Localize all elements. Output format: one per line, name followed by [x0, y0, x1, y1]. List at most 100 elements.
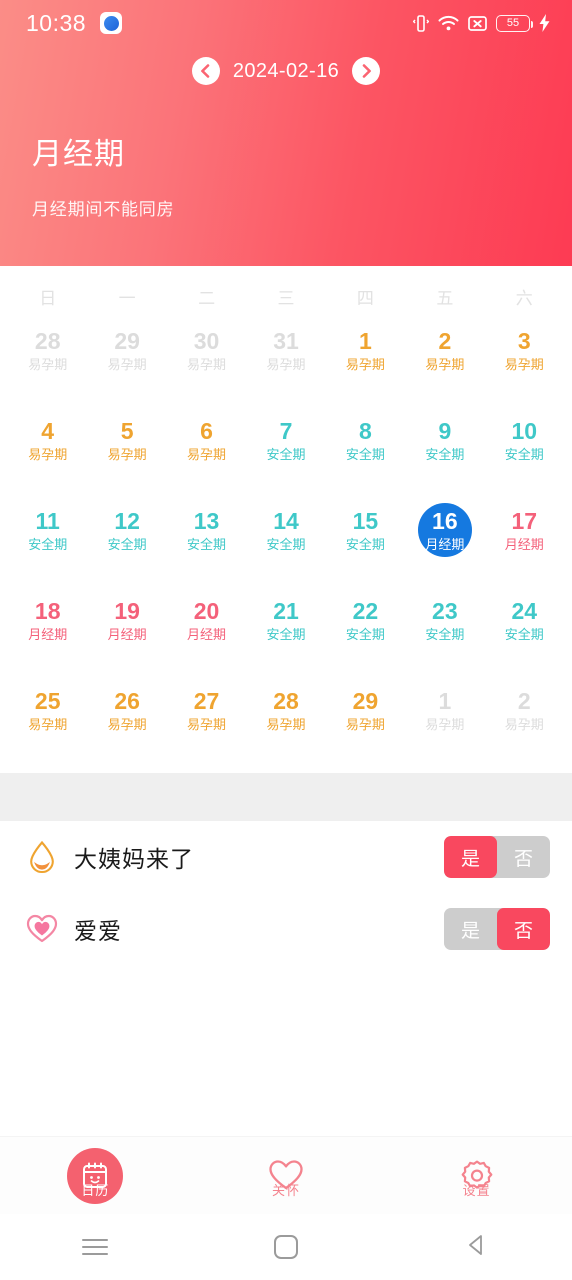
battery-level: 55: [506, 16, 520, 29]
calendar-day-cell[interactable]: 11 安全期: [8, 495, 87, 585]
day-phase-label: 安全期: [504, 626, 544, 642]
calendar-day-cell[interactable]: 22 安全期: [326, 585, 405, 675]
calendar-day-cell[interactable]: 3 易孕期: [485, 315, 564, 405]
calendar-day-cell[interactable]: 13 安全期: [167, 495, 246, 585]
page-subtitle: 月经期间不能同房: [32, 200, 175, 219]
tab-settings[interactable]: 设置: [381, 1137, 572, 1215]
calendar-day-cell[interactable]: 29 易孕期: [326, 675, 405, 765]
calendar-days-grid: 28 易孕期 29 易孕期 30 易孕期 31 易孕期 1 易孕期 2 易孕期 3 易孕期 4 易孕期 5 易孕期…: [0, 315, 572, 765]
day-number: 10: [511, 418, 538, 445]
back-icon[interactable]: [464, 1232, 490, 1263]
day-circle: 25 易孕期: [21, 683, 75, 737]
calendar-day-cell[interactable]: 19 月经期: [87, 585, 166, 675]
weekday-label: 二: [198, 289, 216, 308]
calendar-day-cell[interactable]: 10 安全期: [485, 405, 564, 495]
day-circle: 27 易孕期: [180, 683, 234, 737]
date-navigator: 2024-02-16: [0, 46, 572, 89]
day-circle: 8 安全期: [338, 413, 392, 467]
tab-care[interactable]: 关怀: [191, 1137, 382, 1215]
battery-icon: 55: [496, 14, 533, 32]
current-date: 2024-02-16: [232, 59, 340, 82]
header-text-block: 月经期 月经期间不能同房: [0, 89, 572, 220]
tab-settings-label: 设置: [462, 1183, 491, 1198]
day-number: 30: [193, 328, 220, 355]
day-number: 11: [35, 508, 60, 535]
calendar-day-cell[interactable]: 30 易孕期: [167, 315, 246, 405]
toggle-yes-option[interactable]: 是: [444, 908, 497, 950]
day-phase-label: 安全期: [345, 536, 385, 552]
status-time: 10:38: [26, 9, 87, 36]
day-phase-label: 易孕期: [28, 716, 68, 732]
day-number: 25: [34, 688, 61, 715]
no-sim-icon: [468, 15, 487, 32]
day-number: 29: [352, 688, 379, 715]
calendar-day-cell[interactable]: 21 安全期: [246, 585, 325, 675]
day-number: 2: [517, 688, 531, 715]
day-circle: 31 易孕期: [259, 323, 313, 377]
chevron-left-icon[interactable]: [191, 57, 220, 85]
calendar-day-cell[interactable]: 18 月经期: [8, 585, 87, 675]
calendar-day-cell[interactable]: 8 安全期: [326, 405, 405, 495]
day-phase-label: 安全期: [107, 536, 147, 552]
calendar-day-cell[interactable]: 20 月经期: [167, 585, 246, 675]
calendar-day-cell[interactable]: 24 安全期: [485, 585, 564, 675]
day-circle: 17 月经期: [497, 503, 551, 557]
calendar-day-cell[interactable]: 26 易孕期: [87, 675, 166, 765]
day-circle: 20 月经期: [180, 593, 234, 647]
record-row: 爱爱 是否: [0, 893, 572, 965]
day-circle: 2 易孕期: [418, 323, 472, 377]
toggle-no-option[interactable]: 否: [497, 836, 550, 878]
calendar-day-cell[interactable]: 15 安全期: [326, 495, 405, 585]
calendar-day-cell[interactable]: 28 易孕期: [8, 315, 87, 405]
day-circle: 30 易孕期: [180, 323, 234, 377]
calendar-day-cell[interactable]: 27 易孕期: [167, 675, 246, 765]
day-phase-label: 易孕期: [345, 716, 385, 732]
day-number: 26: [114, 688, 140, 715]
calendar-day-cell[interactable]: 29 易孕期: [87, 315, 166, 405]
calendar-day-cell[interactable]: 12 安全期: [87, 495, 166, 585]
toggle-yes-option[interactable]: 是: [444, 836, 497, 878]
calendar-day-cell[interactable]: 1 易孕期: [326, 315, 405, 405]
day-number: 9: [438, 418, 452, 445]
calendar-day-cell[interactable]: 2 易孕期: [405, 315, 484, 405]
day-circle: 11 安全期: [21, 503, 75, 557]
calendar-day-cell[interactable]: 6 易孕期: [167, 405, 246, 495]
day-circle: 1 易孕期: [338, 323, 392, 377]
calendar-day-cell[interactable]: 4 易孕期: [8, 405, 87, 495]
calendar-day-cell[interactable]: 14 安全期: [246, 495, 325, 585]
calendar-day-cell[interactable]: 23 安全期: [405, 585, 484, 675]
header-spacer: [0, 220, 572, 264]
page-title: 月经期: [32, 138, 125, 171]
day-phase-label: 易孕期: [107, 356, 147, 372]
tab-care-label: 关怀: [271, 1183, 300, 1198]
tab-calendar[interactable]: 日历: [0, 1137, 191, 1215]
toggle-no-option[interactable]: 否: [497, 908, 550, 950]
day-circle: 18 月经期: [21, 593, 75, 647]
calendar-day-cell[interactable]: 7 安全期: [246, 405, 325, 495]
calendar-day-cell[interactable]: 28 易孕期: [246, 675, 325, 765]
calendar-day-cell[interactable]: 5 易孕期: [87, 405, 166, 495]
day-number: 17: [511, 508, 538, 535]
calendar-day-cell[interactable]: 2 易孕期: [485, 675, 564, 765]
calendar-day-cell[interactable]: 16 月经期: [405, 495, 484, 585]
day-phase-label: 易孕期: [504, 716, 544, 732]
calendar-day-cell[interactable]: 31 易孕期: [246, 315, 325, 405]
day-circle: 26 易孕期: [100, 683, 154, 737]
record-row-label: 爱爱: [74, 918, 122, 944]
chevron-right-icon[interactable]: [352, 57, 381, 85]
calendar-day-cell[interactable]: 17 月经期: [485, 495, 564, 585]
home-icon[interactable]: [273, 1235, 298, 1259]
day-number: 24: [511, 598, 538, 625]
day-number: 22: [352, 598, 379, 625]
calendar-day-cell[interactable]: 9 安全期: [405, 405, 484, 495]
day-circle: 21 安全期: [259, 593, 313, 647]
day-number: 2: [438, 328, 452, 355]
day-circle: 22 安全期: [338, 593, 392, 647]
bottom-tab-bar: 日历 关怀 设置: [0, 1136, 572, 1214]
calendar-day-cell[interactable]: 25 易孕期: [8, 675, 87, 765]
day-circle: 1 易孕期: [418, 683, 472, 737]
recents-icon[interactable]: [82, 1234, 109, 1260]
day-circle: 28 易孕期: [259, 683, 313, 737]
calendar-day-cell[interactable]: 1 易孕期: [405, 675, 484, 765]
day-circle: 6 易孕期: [180, 413, 234, 467]
